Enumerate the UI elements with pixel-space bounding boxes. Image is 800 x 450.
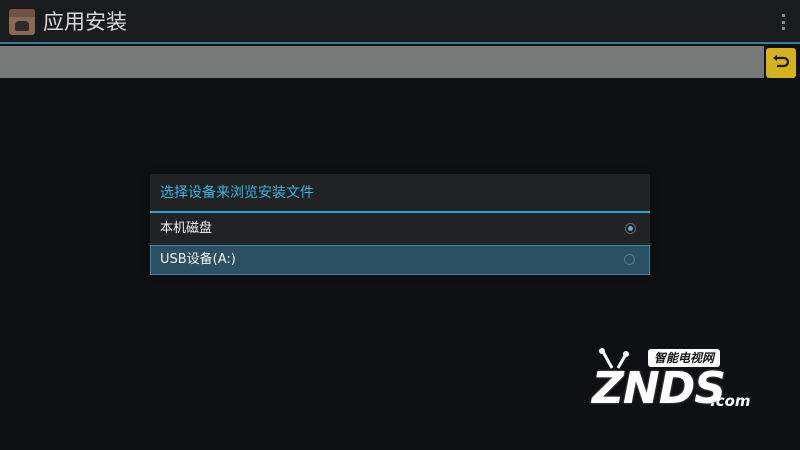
installer-icon	[9, 9, 35, 35]
watermark-domain: .com	[710, 392, 751, 410]
dialog-title: 选择设备来浏览安装文件	[150, 174, 650, 213]
option-label: USB设备(A:)	[160, 252, 236, 267]
overflow-menu-icon[interactable]	[780, 14, 786, 30]
overflow-dot	[781, 27, 785, 30]
box-lid	[9, 9, 35, 17]
option-usb-device[interactable]: USB设备(A:)	[150, 245, 650, 275]
overflow-dot	[781, 20, 785, 24]
overflow-dot	[781, 14, 785, 17]
option-local-disk[interactable]: 本机磁盘	[150, 214, 650, 244]
path-field[interactable]	[0, 46, 764, 78]
action-bar: 应用安装	[0, 0, 800, 44]
android-robot-icon	[15, 21, 29, 31]
app-title: 应用安装	[43, 10, 127, 34]
watermark-brand: ZNDS	[592, 363, 726, 414]
back-arrow-icon	[773, 55, 790, 68]
radio-selected-icon[interactable]	[625, 223, 636, 234]
watermark-logo: 智能电视网 ZNDS .com	[588, 348, 768, 420]
radio-unselected-icon[interactable]	[624, 254, 635, 265]
back-button[interactable]	[766, 48, 796, 78]
device-select-dialog: 选择设备来浏览安装文件 本机磁盘 USB设备(A:)	[150, 174, 650, 275]
option-label: 本机磁盘	[160, 221, 213, 236]
